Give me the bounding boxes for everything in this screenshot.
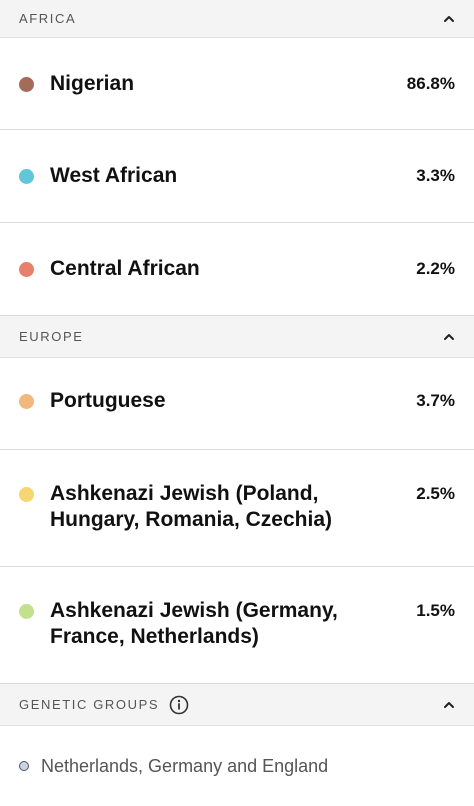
section-title: GENETIC GROUPS [19, 695, 189, 715]
ancestry-label-line: Hungary, Romania, Czechia) [50, 508, 333, 531]
color-dot [19, 169, 34, 184]
ancestry-row-ashkenazi-germany[interactable]: Ashkenazi Jewish (Germany, France, Nethe… [0, 567, 474, 684]
section-header-genetic-groups[interactable]: GENETIC GROUPS [0, 684, 474, 726]
genetic-group-item[interactable]: Netherlands, Germany and England [0, 726, 474, 806]
ancestry-row-nigerian[interactable]: Nigerian 86.8% [0, 38, 474, 130]
ancestry-percentage: 3.3% [416, 166, 455, 185]
ancestry-label-line: France, Netherlands) [50, 625, 259, 648]
ancestry-percentage: 86.8% [406, 74, 455, 93]
color-dot [19, 487, 34, 502]
section-title: EUROPE [19, 329, 84, 344]
ancestry-percentage: 3.7% [416, 391, 455, 410]
chevron-up-icon[interactable] [442, 12, 456, 26]
section-title: AFRICA [19, 11, 77, 26]
section-header-europe[interactable]: EUROPE [0, 316, 474, 358]
color-dot [19, 262, 34, 277]
chevron-up-icon[interactable] [442, 698, 456, 712]
info-icon[interactable] [169, 695, 189, 715]
ancestry-label-line: Ashkenazi Jewish (Germany, [50, 599, 338, 622]
ancestry-row-portuguese[interactable]: Portuguese 3.7% [0, 358, 474, 450]
ancestry-percentage: 2.2% [416, 259, 455, 278]
color-dot [19, 394, 34, 409]
ancestry-percentage: 2.5% [416, 484, 455, 503]
ancestry-label-line: Ashkenazi Jewish (Poland, [50, 482, 319, 505]
color-dot [19, 604, 34, 619]
ancestry-row-ashkenazi-poland[interactable]: Ashkenazi Jewish (Poland, Hungary, Roman… [0, 450, 474, 567]
ancestry-label: Portuguese [50, 389, 166, 412]
section-title-text: GENETIC GROUPS [19, 697, 160, 712]
color-dot [19, 77, 34, 92]
ancestry-percentage: 1.5% [416, 601, 455, 620]
ancestry-row-central-african[interactable]: Central African 2.2% [0, 223, 474, 316]
genetic-group-label: Netherlands, Germany and England [41, 755, 329, 776]
section-header-africa[interactable]: AFRICA [0, 0, 474, 38]
ancestry-label: Ashkenazi Jewish (Poland, Hungary, Roman… [50, 481, 404, 533]
color-dot [19, 761, 29, 771]
chevron-up-icon[interactable] [442, 330, 456, 344]
ancestry-label: West African [50, 164, 178, 187]
ancestry-label: Nigerian [50, 72, 135, 95]
ancestry-label: Ashkenazi Jewish (Germany, France, Nethe… [50, 598, 404, 650]
ancestry-label: Central African [50, 257, 200, 280]
ancestry-row-west-african[interactable]: West African 3.3% [0, 130, 474, 223]
